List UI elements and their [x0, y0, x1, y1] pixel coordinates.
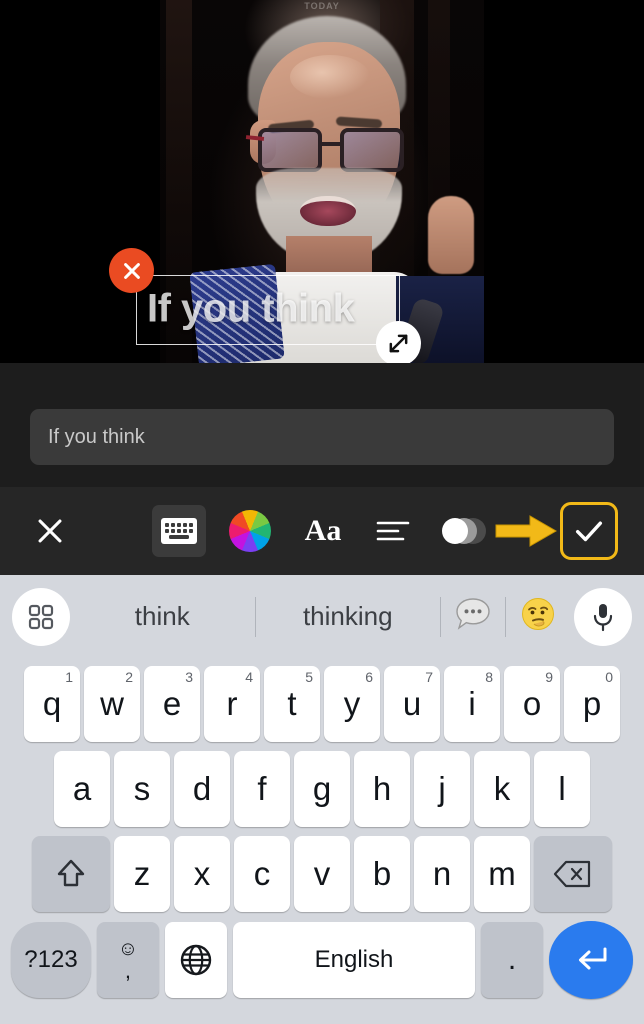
key-m[interactable]: m — [474, 836, 530, 912]
glasses-temple — [245, 135, 265, 141]
suggestion-bar: think thinking — [0, 575, 644, 658]
text-input[interactable] — [30, 409, 614, 465]
key-label: p — [582, 685, 602, 722]
mouth — [300, 196, 356, 226]
key-label: r — [226, 685, 238, 722]
emoji-comma-stack: ☺ , — [118, 939, 138, 982]
key-num: 7 — [425, 669, 433, 685]
emoji-icon[interactable]: ☺ , — [97, 922, 159, 998]
key-num: 5 — [305, 669, 313, 685]
space-key[interactable]: English — [233, 922, 475, 998]
text-input-zone — [0, 363, 644, 487]
key-label: e — [162, 685, 182, 722]
key-n[interactable]: n — [414, 836, 470, 912]
opacity-circles — [441, 516, 487, 546]
key-num: 8 — [485, 669, 493, 685]
video-preview-stage[interactable]: TODAY If you think — [0, 0, 644, 363]
resize-diagonal-icon[interactable] — [376, 321, 421, 363]
key-k[interactable]: k — [474, 751, 530, 827]
text-overlay-label: If you think — [147, 286, 355, 331]
text-editor-toolbar: Aa — [0, 487, 644, 575]
key-num: 0 — [605, 669, 613, 685]
smiley-glyph: ☺ — [117, 937, 139, 960]
key-f[interactable]: f — [234, 751, 290, 827]
keyboard-row-1: 1q 2w 3e 4r 5t 6y 7u 8i 9o 0p — [0, 666, 644, 742]
hand — [428, 196, 474, 274]
microphone-icon[interactable] — [574, 587, 632, 646]
opacity-icon[interactable] — [440, 509, 488, 553]
suggestion-word-2[interactable]: thinking — [256, 601, 441, 632]
on-screen-keyboard: 1q 2w 3e 4r 5t 6y 7u 8i 9o 0p a s d f g … — [0, 658, 644, 1024]
key-num: 9 — [545, 669, 553, 685]
key-e[interactable]: 3e — [144, 666, 200, 742]
symbols-key[interactable]: ?123 — [11, 922, 91, 998]
key-q[interactable]: 1q — [24, 666, 80, 742]
apps-grid-icon[interactable] — [12, 587, 70, 646]
color-wheel-swatch — [229, 510, 271, 552]
key-label: t — [287, 685, 297, 722]
enter-icon[interactable] — [549, 921, 633, 999]
speech-bubble-icon[interactable] — [441, 597, 505, 636]
glasses-bridge — [322, 142, 342, 146]
comma-label: , — [124, 957, 132, 983]
key-u[interactable]: 7u — [384, 666, 440, 742]
color-wheel-icon[interactable] — [228, 509, 272, 553]
key-c[interactable]: c — [234, 836, 290, 912]
shift-icon[interactable] — [32, 836, 110, 912]
text-overlay-selection-box[interactable]: If you think — [109, 248, 421, 363]
done-button[interactable] — [560, 502, 618, 560]
key-h[interactable]: h — [354, 751, 410, 827]
key-l[interactable]: l — [534, 751, 590, 827]
close-icon[interactable] — [30, 511, 70, 551]
key-label: i — [468, 685, 476, 722]
video-watermark: TODAY — [304, 1, 340, 11]
key-w[interactable]: 2w — [84, 666, 140, 742]
key-d[interactable]: d — [174, 751, 230, 827]
key-y[interactable]: 6y — [324, 666, 380, 742]
key-b[interactable]: b — [354, 836, 410, 912]
video-text-editor-screen: TODAY If you think If you think Aa think… — [0, 0, 644, 1024]
key-num: 4 — [245, 669, 253, 685]
key-label: o — [522, 685, 542, 722]
key-r[interactable]: 4r — [204, 666, 260, 742]
key-i[interactable]: 8i — [444, 666, 500, 742]
forehead-highlight — [290, 55, 370, 99]
key-o[interactable]: 9o — [504, 666, 560, 742]
key-num: 2 — [125, 669, 133, 685]
key-a[interactable]: a — [54, 751, 110, 827]
globe-icon[interactable] — [165, 922, 227, 998]
key-s[interactable]: s — [114, 751, 170, 827]
key-num: 3 — [185, 669, 193, 685]
key-num: 6 — [365, 669, 373, 685]
lens-right — [340, 128, 404, 172]
key-t[interactable]: 5t — [264, 666, 320, 742]
lens-left — [258, 128, 322, 172]
font-style-button[interactable]: Aa — [298, 509, 348, 553]
font-style-label: Aa — [304, 514, 342, 547]
keyboard-row-4: ?123 ☺ , English . — [0, 921, 644, 999]
key-num: 1 — [65, 669, 73, 685]
backspace-icon[interactable] — [534, 836, 612, 912]
thinking-face-emoji[interactable] — [506, 596, 570, 637]
close-circle-icon[interactable] — [109, 248, 154, 293]
key-label: u — [402, 685, 422, 722]
key-x[interactable]: x — [174, 836, 230, 912]
suggestion-word-1[interactable]: think — [70, 601, 255, 632]
keyboard-row-2: a s d f g h j k l — [0, 751, 644, 827]
keyboard-row-3: z x c v b n m — [0, 836, 644, 912]
key-label: q — [42, 685, 62, 722]
arrow-right-annotation — [495, 515, 558, 547]
period-key[interactable]: . — [481, 922, 543, 998]
key-label: w — [100, 685, 124, 722]
key-v[interactable]: v — [294, 836, 350, 912]
key-label: y — [343, 685, 361, 722]
key-p[interactable]: 0p — [564, 666, 620, 742]
key-j[interactable]: j — [414, 751, 470, 827]
key-z[interactable]: z — [114, 836, 170, 912]
align-icon[interactable] — [370, 509, 416, 553]
keyboard-icon[interactable] — [152, 505, 206, 557]
key-g[interactable]: g — [294, 751, 350, 827]
